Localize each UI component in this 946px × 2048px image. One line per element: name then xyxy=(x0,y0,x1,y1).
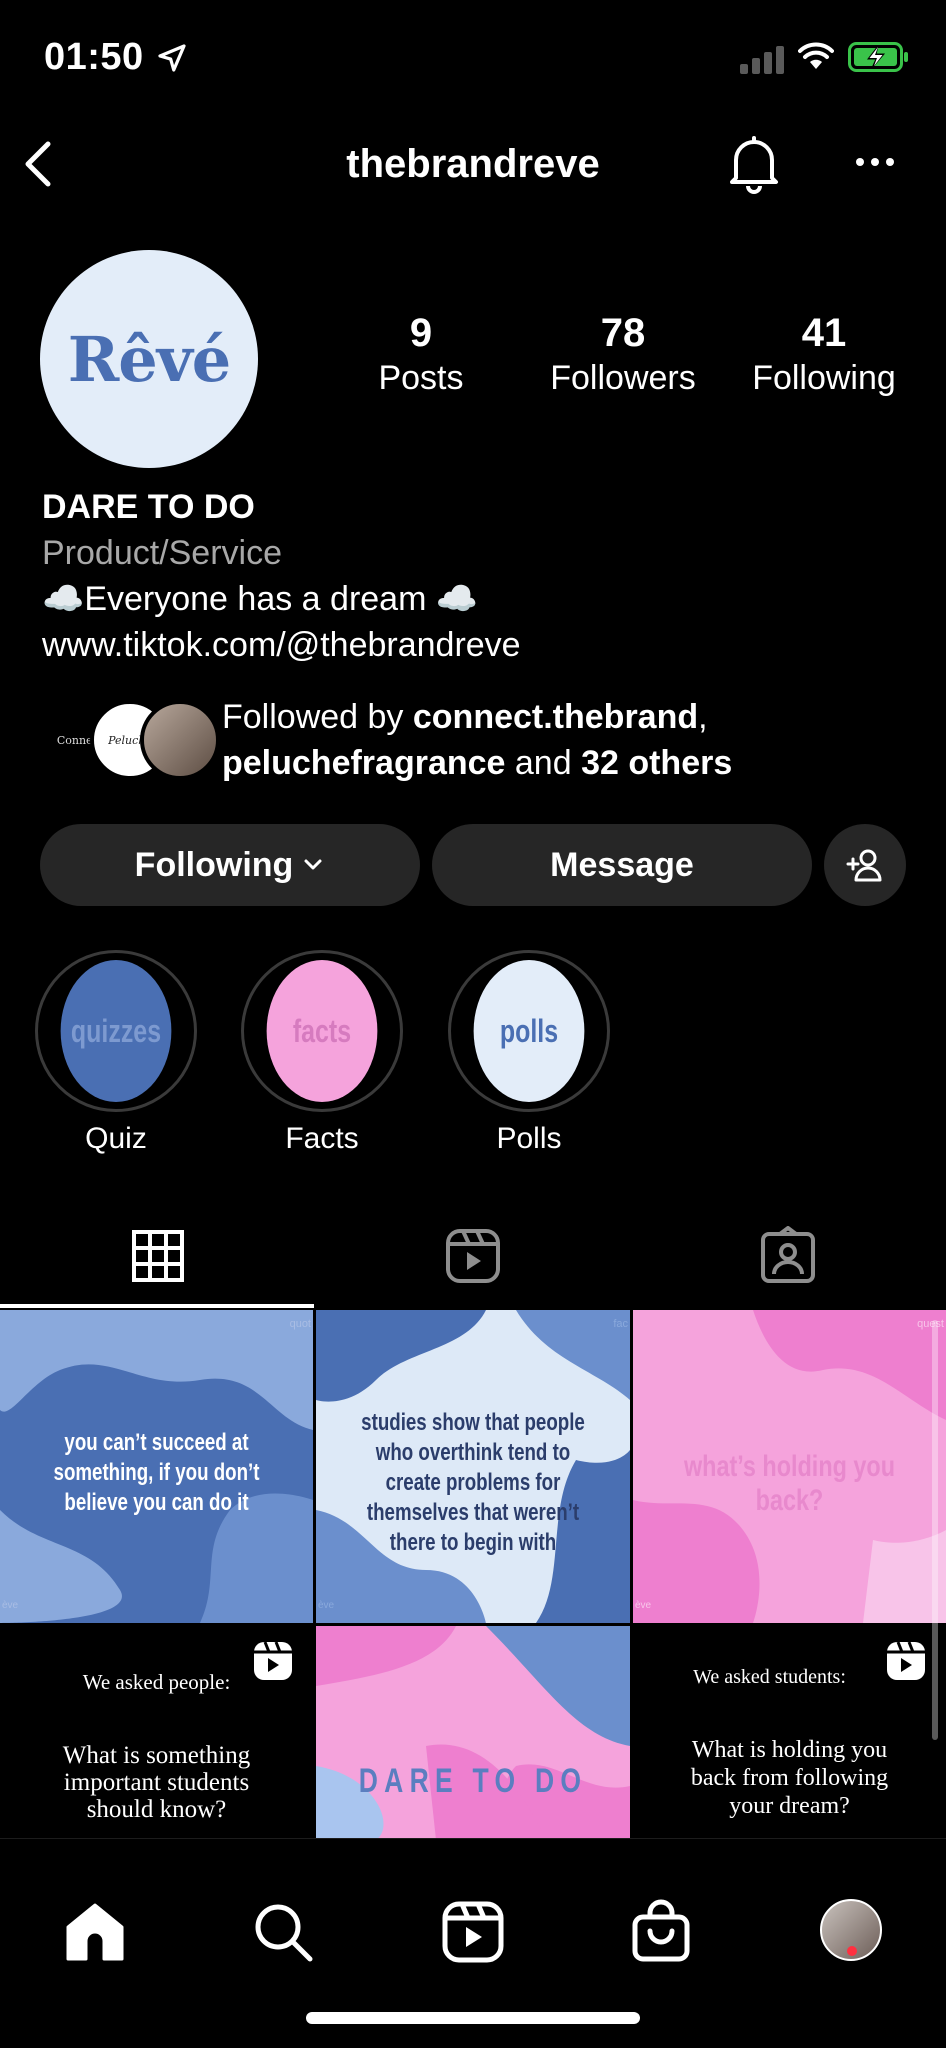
top-navigation: thebrandreve xyxy=(0,130,946,200)
post-corner-text: quot xyxy=(289,1318,311,1330)
post-background-shapes xyxy=(316,1626,630,1840)
post-text: studies show that people who overthink t… xyxy=(361,1409,585,1556)
status-bar: 01:50 xyxy=(0,0,946,120)
followed-sep: , xyxy=(698,698,708,736)
posts-stat[interactable]: 9 Posts xyxy=(321,310,521,400)
suggested-people-button[interactable] xyxy=(824,824,906,906)
highlight-cover: quizzes xyxy=(60,960,172,1102)
followed-user-1[interactable]: connect.thebrand xyxy=(413,698,698,736)
followers-count: 78 xyxy=(600,311,646,355)
highlight-label: Quiz xyxy=(85,1122,147,1155)
followers-stat[interactable]: 78 Followers xyxy=(523,310,723,400)
reel-badge-icon xyxy=(254,1641,292,1680)
following-label: Following xyxy=(752,359,896,397)
following-count: 41 xyxy=(801,311,847,355)
post-text: what’s holding you back? xyxy=(683,1450,896,1517)
bio-link[interactable]: www.tiktok.com/@thebrandreve xyxy=(42,622,922,668)
post-corner-text: quest xyxy=(917,1318,944,1330)
following-button-label: Following xyxy=(134,845,294,884)
profile-name: DARE TO DO xyxy=(42,488,255,526)
highlight-cover-text: quizzes xyxy=(70,1012,162,1049)
home-indicator[interactable] xyxy=(306,2012,640,2024)
highlight-ring: polls xyxy=(448,950,610,1112)
followed-and: and xyxy=(505,744,582,782)
notification-bell-icon[interactable] xyxy=(726,134,782,194)
highlight-label: Polls xyxy=(496,1122,562,1155)
following-button[interactable]: Following xyxy=(40,824,420,906)
location-arrow-icon xyxy=(158,44,186,72)
profile-category: Product/Service xyxy=(42,534,282,572)
message-button[interactable]: Message xyxy=(432,824,812,906)
followed-user-2[interactable]: peluchefragrance xyxy=(222,744,505,782)
highlight-cover: facts xyxy=(266,960,378,1102)
post-tile[interactable]: what’s holding you back? quest ève xyxy=(633,1310,946,1623)
notification-dot-icon xyxy=(847,1946,857,1956)
chevron-down-icon xyxy=(304,859,322,870)
profile-tabs xyxy=(0,1212,946,1308)
post-corner-text: fac xyxy=(613,1318,628,1330)
tagged-tab-icon[interactable] xyxy=(758,1226,818,1286)
followed-by-text: Followed by connect.thebrand, peluchefra… xyxy=(222,694,732,786)
search-icon[interactable] xyxy=(250,1899,316,1965)
post-foot-text: ève xyxy=(318,1600,335,1611)
highlight-facts[interactable]: facts Facts xyxy=(241,950,403,1156)
cellular-signal-icon xyxy=(740,46,784,74)
home-icon[interactable] xyxy=(62,1899,128,1965)
avatar-follower-photo xyxy=(140,700,220,780)
active-tab-indicator xyxy=(0,1304,314,1308)
post-tile[interactable]: We asked people: What is something impor… xyxy=(0,1626,313,1840)
post-tile[interactable]: DARE TO DO xyxy=(316,1626,630,1840)
post-text: you can’t succeed at something, if you d… xyxy=(53,1429,260,1516)
post-foot-text: ève xyxy=(2,1600,19,1611)
highlight-quiz[interactable]: quizzes Quiz xyxy=(35,950,197,1156)
reels-icon[interactable] xyxy=(440,1899,506,1965)
post-tile[interactable]: studies show that people who overthink t… xyxy=(316,1310,630,1623)
posts-grid: you can’t succeed at something, if you d… xyxy=(0,1310,946,1840)
highlight-polls[interactable]: polls Polls xyxy=(448,950,610,1156)
bio-text: ☁️Everyone has a dream ☁️ xyxy=(42,580,479,618)
highlight-ring: facts xyxy=(241,950,403,1112)
message-button-label: Message xyxy=(550,845,694,884)
followed-prefix: Followed by xyxy=(222,698,413,736)
highlight-cover-text: polls xyxy=(499,1012,559,1049)
highlight-cover: polls xyxy=(473,960,585,1102)
post-text: DARE TO DO xyxy=(358,1762,588,1800)
followed-by-avatars: Connect Peluche xyxy=(40,700,220,780)
post-text: What is something important students sho… xyxy=(62,1742,251,1823)
avatar-logo-text: Rêvé xyxy=(67,322,231,396)
wifi-icon xyxy=(798,42,834,69)
post-foot-text: ève xyxy=(635,1600,652,1611)
shop-bag-icon[interactable] xyxy=(628,1899,694,1965)
posts-count: 9 xyxy=(409,311,433,355)
more-options-icon[interactable] xyxy=(854,154,896,170)
posts-label: Posts xyxy=(378,359,464,397)
highlight-label: Facts xyxy=(285,1122,359,1155)
post-text: What is holding you back from following … xyxy=(690,1737,889,1819)
highlight-cover-text: facts xyxy=(292,1012,352,1049)
battery-charging-icon xyxy=(848,42,908,72)
followed-by[interactable]: Connect Peluche Followed by connect.theb… xyxy=(40,694,920,794)
followed-others[interactable]: 32 others xyxy=(581,744,732,782)
following-stat[interactable]: 41 Following xyxy=(724,310,924,400)
followers-label: Followers xyxy=(550,359,696,397)
post-tile[interactable]: you can’t succeed at something, if you d… xyxy=(0,1310,313,1623)
reels-tab-icon[interactable] xyxy=(443,1226,503,1286)
profile-avatar[interactable]: Rêvé xyxy=(40,250,258,468)
highlight-ring: quizzes xyxy=(35,950,197,1112)
profile-bio: DARE TO DO Product/Service ☁️Everyone ha… xyxy=(42,484,922,668)
post-tile[interactable]: We asked students: What is holding you b… xyxy=(633,1626,946,1840)
add-person-icon xyxy=(846,849,882,882)
scrollbar[interactable] xyxy=(932,1320,938,1740)
status-time: 01:50 xyxy=(44,36,144,78)
profile-username: thebrandreve xyxy=(346,142,600,186)
reel-badge-icon xyxy=(887,1641,925,1680)
grid-icon[interactable] xyxy=(128,1226,188,1286)
